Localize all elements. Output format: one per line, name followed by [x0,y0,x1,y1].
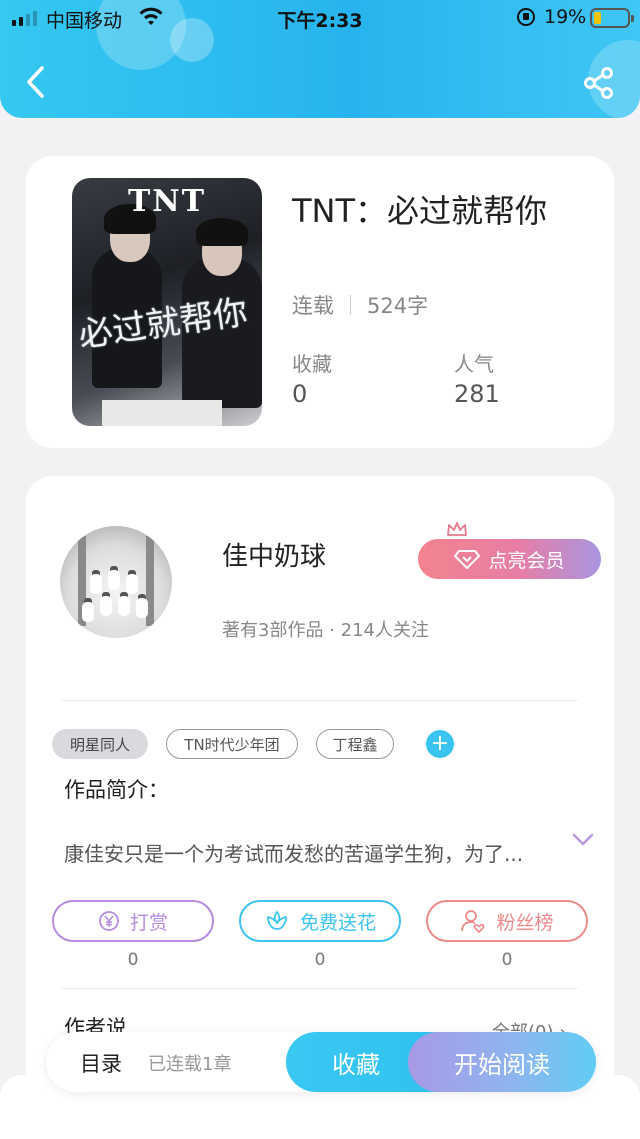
intro-title: 作品简介： [64,778,169,802]
intro-text: 康佳安只是一个为考试而发愁的苦逼学生狗，为了... [64,842,524,866]
start-reading-label: 开始阅读 [454,1050,550,1079]
book-meta: 连载 524字 [292,290,428,320]
crown-icon [447,522,467,536]
tip-label: 打赏 [129,911,168,934]
meta-divider [350,295,351,315]
fan-ranking-label: 粉丝榜 [496,911,554,934]
table-of-contents-button[interactable]: 目录 [80,1048,122,1078]
chapter-count: 已连载1章 [148,1054,232,1075]
flower-icon [267,910,287,930]
word-count: 524字 [367,294,429,318]
favorite-label: 收藏 [332,1050,380,1079]
cover-logo: TNT [127,184,207,219]
tip-count: 0 [127,950,139,970]
diamond-icon [454,550,481,569]
add-tag-button[interactable]: + [426,730,454,758]
tip-button[interactable]: 打赏 [52,900,214,942]
start-reading-button[interactable]: 开始阅读 [408,1032,596,1092]
favorites-label: 收藏 [292,352,332,376]
bottom-action-bar: 目录 已连载1章 收藏 开始阅读 [46,1032,596,1092]
tag-item[interactable]: 明星同人 [52,729,148,759]
yen-coin-icon [99,911,119,931]
divider [62,988,578,989]
author-stats: 著有3部作品 · 214人关注 [222,620,429,641]
activate-vip-button[interactable]: 点亮会员 [418,539,601,579]
battery-percent: 19% [544,6,587,28]
status-bar: 中国移动 下午2:33 19% [0,0,640,36]
book-title: TNT：必过就帮你 [292,192,548,230]
popularity-count: 281 [454,380,500,408]
chevron-down-icon[interactable] [572,832,594,848]
favorites-count: 0 [292,380,308,408]
book-cover[interactable]: TNT 必过就帮你 [72,178,262,426]
divider [62,700,578,701]
battery-icon [590,8,634,28]
fan-ranking-icon [461,910,485,934]
fan-ranking-count: 0 [501,950,513,970]
send-flower-button[interactable]: 免费送花 [239,900,401,942]
orientation-lock-icon [517,8,535,26]
flower-count: 0 [314,950,326,970]
send-flower-label: 免费送花 [299,911,376,934]
tag-item[interactable]: TN时代少年团 [166,729,298,759]
share-icon[interactable] [582,66,616,100]
tag-item[interactable]: 丁程鑫 [316,729,394,759]
top-header: 中国移动 下午2:33 19% [0,0,640,118]
author-avatar[interactable] [60,526,172,638]
popularity-label: 人气 [454,352,494,376]
author-name[interactable]: 佳中奶球 [222,536,326,573]
book-status: 连载 [292,294,334,318]
back-button[interactable] [20,62,50,102]
fan-ranking-button[interactable]: 粉丝榜 [426,900,588,942]
book-info-card: TNT 必过就帮你 TNT：必过就帮你 连载 524字 收藏 0 人气 281 [26,156,614,448]
vip-label: 点亮会员 [488,549,565,572]
